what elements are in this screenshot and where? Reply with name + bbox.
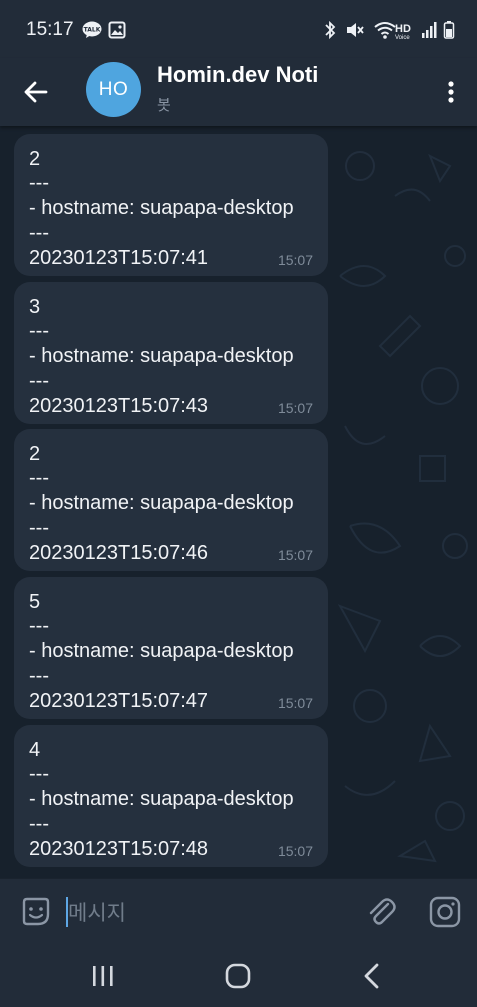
- more-options-button[interactable]: [445, 74, 457, 110]
- camera-button[interactable]: [428, 895, 462, 929]
- chat-title[interactable]: Homin.dev Noti: [157, 62, 318, 88]
- status-bar: 15:17 TALK HD Voice: [0, 0, 477, 58]
- message-composer: [0, 878, 477, 945]
- svg-text:TALK: TALK: [84, 27, 101, 34]
- recents-button[interactable]: [88, 962, 118, 990]
- message-input[interactable]: [66, 893, 350, 933]
- chat-header: HO Homin.dev Noti 봇: [0, 58, 477, 126]
- attach-button[interactable]: [364, 895, 398, 929]
- avatar-initials: HO: [98, 78, 129, 100]
- paperclip-icon: [369, 898, 396, 925]
- message-time: 15:07: [277, 252, 313, 268]
- message-bubble[interactable]: 2 --- - hostname: suapapa-desktop --- 20…: [14, 134, 328, 276]
- signal-icon: [421, 21, 437, 44]
- battery-icon: [443, 20, 455, 45]
- message-time: 15:07: [277, 695, 313, 711]
- message-bubble[interactable]: 2 --- - hostname: suapapa-desktop --- 20…: [14, 429, 328, 571]
- system-back-button[interactable]: [358, 960, 386, 992]
- chevron-left-icon: [364, 963, 379, 989]
- talk-notification-icon: TALK: [82, 21, 102, 44]
- wifi-icon: [373, 20, 397, 45]
- message-bubble[interactable]: 5 --- - hostname: suapapa-desktop --- 20…: [14, 577, 328, 719]
- system-navigation-bar: [0, 944, 477, 1007]
- home-icon: [225, 963, 251, 989]
- back-button[interactable]: [18, 74, 54, 110]
- status-time: 15:17: [26, 19, 74, 40]
- arrow-left-icon: [24, 81, 48, 103]
- bluetooth-icon: [323, 20, 337, 45]
- message-bubble[interactable]: 3 --- - hostname: suapapa-desktop --- 20…: [14, 282, 328, 424]
- emoji-button[interactable]: [18, 894, 54, 930]
- message-time: 15:07: [277, 547, 313, 563]
- chat-history[interactable]: 2 --- - hostname: suapapa-desktop --- 20…: [0, 126, 477, 878]
- hd-voice-icon: HD Voice: [395, 22, 411, 41]
- sticker-icon: [22, 897, 50, 926]
- image-notification-icon: [108, 21, 126, 44]
- message-bubble[interactable]: 4 --- - hostname: suapapa-desktop --- 20…: [14, 725, 328, 867]
- camera-icon: [429, 896, 461, 928]
- more-vertical-icon: [448, 81, 454, 103]
- home-button[interactable]: [222, 960, 254, 992]
- message-time: 15:07: [277, 843, 313, 859]
- mute-icon: [345, 20, 365, 45]
- message-time: 15:07: [277, 400, 313, 416]
- recents-icon: [93, 966, 113, 986]
- chat-subtitle: 봇: [157, 97, 171, 114]
- avatar[interactable]: HO: [86, 62, 141, 117]
